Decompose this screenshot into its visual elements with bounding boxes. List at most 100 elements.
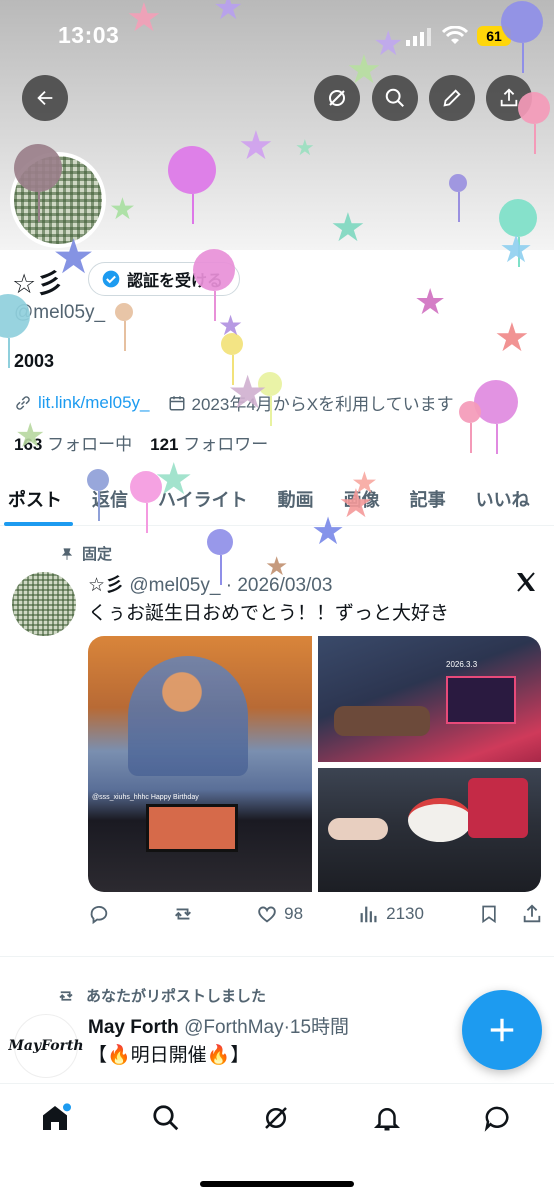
bell-icon (373, 1108, 401, 1131)
repost-indicator: あなたがリポストしました (56, 985, 266, 1006)
post-author-handle: @mel05y_ (129, 575, 221, 596)
tab-posts[interactable]: ポスト (0, 472, 77, 526)
balloon-string (496, 424, 498, 454)
plus-icon (490, 1018, 514, 1042)
repost-note-text: あなたがリポストしました (86, 988, 267, 1005)
balloon-decoration (115, 303, 133, 321)
compose-button[interactable] (462, 990, 542, 1070)
star-decoration: ★ (218, 310, 244, 341)
star-decoration: ★ (494, 316, 530, 360)
status-time: 13:03 (58, 22, 120, 48)
nav-grok[interactable] (258, 1100, 294, 1136)
share-post-icon[interactable] (521, 903, 543, 925)
tab-highlights[interactable]: ハイライト (143, 472, 263, 526)
search-icon (385, 88, 404, 107)
followers-count: 121 (150, 435, 179, 454)
repost-text: 【🔥明日開催🔥】 (88, 1045, 250, 1066)
media-caption: @sss_xiuhs_hhhc Happy Birthday (92, 794, 199, 801)
post-author-avatar[interactable] (12, 572, 76, 636)
arrow-left-icon (37, 90, 53, 106)
battery-indicator: 61 (477, 26, 511, 46)
followers-link[interactable]: 121 フォロワー (150, 430, 268, 455)
post-actions: 98 2130 (88, 903, 543, 925)
nav-search[interactable] (148, 1100, 184, 1136)
tab-videos[interactable]: 動画 (263, 472, 329, 526)
balloon-decoration (221, 333, 243, 355)
post-header: ☆彡 @mel05y_ · 2026/03/03 (88, 575, 333, 596)
profile-meta: lit.link/mel05y_ 2023年4月からXを利用しています (14, 390, 454, 415)
repost-small-icon (59, 990, 73, 1001)
pin-icon (61, 547, 73, 560)
verified-badge-icon (102, 270, 120, 288)
repost-icon (175, 908, 192, 920)
following-link[interactable]: 163 フォロー中 (14, 430, 132, 455)
post-date[interactable]: 2026/03/03 (237, 575, 332, 596)
grok-icon (329, 90, 345, 106)
repost-time[interactable]: 15時間 (290, 1017, 349, 1038)
heart-icon (258, 906, 276, 923)
x-logo-icon (514, 570, 538, 599)
like-button[interactable]: 98 (256, 903, 303, 925)
profile-name: ☆彡 (12, 269, 64, 299)
mayforth-logo: MayForth (8, 1038, 84, 1054)
back-button[interactable] (22, 75, 68, 121)
media-date: 2026.3.3 (446, 660, 478, 669)
bookmark-icon[interactable] (479, 903, 499, 925)
post-media-grid[interactable]: @sss_xiuhs_hhhc Happy Birthday 2026.3.3 (88, 636, 541, 892)
search-button[interactable] (372, 75, 418, 121)
share-icon (500, 88, 518, 107)
post-divider (0, 956, 554, 957)
nav-notifications[interactable] (369, 1100, 405, 1136)
profile-avatar[interactable] (10, 152, 106, 248)
media-image-1[interactable]: @sss_xiuhs_hhhc Happy Birthday (88, 636, 312, 892)
grok-button[interactable] (314, 75, 360, 121)
balloon-string (8, 338, 10, 368)
home-indicator (200, 1181, 354, 1187)
media-image-3[interactable] (318, 768, 541, 892)
balloon-decoration (459, 401, 481, 423)
profile-handle: @mel05y_ (14, 302, 106, 323)
profile-tabs: ポスト 返信 ハイライト 動画 画像 記事 いいね (0, 472, 554, 526)
grok-nav-icon (265, 1107, 287, 1129)
repost-button[interactable] (171, 903, 201, 925)
nav-messages[interactable] (480, 1100, 516, 1136)
balloon-string (470, 423, 472, 453)
tab-articles[interactable]: 記事 (395, 472, 461, 526)
repost-author-name[interactable]: May Forth (88, 1017, 179, 1038)
balloon-decoration (207, 529, 233, 555)
repost-header: May Forth @ForthMay·15時間 (88, 1017, 350, 1038)
balloon-decoration (474, 380, 518, 424)
pencil-icon (443, 89, 461, 107)
nav-home[interactable] (37, 1100, 73, 1136)
star-decoration: ★ (414, 281, 447, 322)
followers-label: フォロワー (183, 435, 269, 454)
like-count: 98 (284, 904, 304, 923)
reply-button[interactable] (88, 903, 116, 925)
share-button[interactable] (486, 75, 532, 121)
profile-bio: 2003 (14, 351, 55, 371)
post-text: くぅお誕生日おめでとう！！ずっと大好き (88, 603, 450, 624)
repost-author-handle: @ForthMay (184, 1017, 284, 1038)
following-label: フォロー中 (47, 435, 133, 454)
following-count: 163 (14, 435, 43, 454)
edit-button[interactable] (429, 75, 475, 121)
post-author-name[interactable]: ☆彡 (88, 575, 124, 596)
profile-link[interactable]: lit.link/mel05y_ (38, 393, 150, 413)
tab-media[interactable]: 画像 (329, 472, 395, 526)
search-nav-icon (153, 1105, 179, 1131)
tab-likes[interactable]: いいね (461, 472, 545, 526)
follow-stats: 163 フォロー中 121 フォロワー (14, 430, 268, 455)
pinned-indicator: 固定 (60, 543, 112, 564)
pinned-label: 固定 (82, 546, 113, 563)
view-count: 2130 (386, 904, 424, 923)
wifi-icon (441, 25, 469, 51)
get-verified-button[interactable]: 認証を受ける (88, 262, 241, 296)
get-verified-label: 認証を受ける (127, 273, 224, 290)
media-image-2[interactable]: 2026.3.3 (318, 636, 541, 762)
tab-replies[interactable]: 返信 (77, 472, 143, 526)
mayforth-avatar[interactable]: MayForth (8, 1014, 84, 1078)
analytics-icon (360, 906, 377, 923)
home-icon (43, 1103, 71, 1130)
views-button[interactable]: 2130 (358, 903, 424, 925)
link-icon (16, 395, 30, 410)
